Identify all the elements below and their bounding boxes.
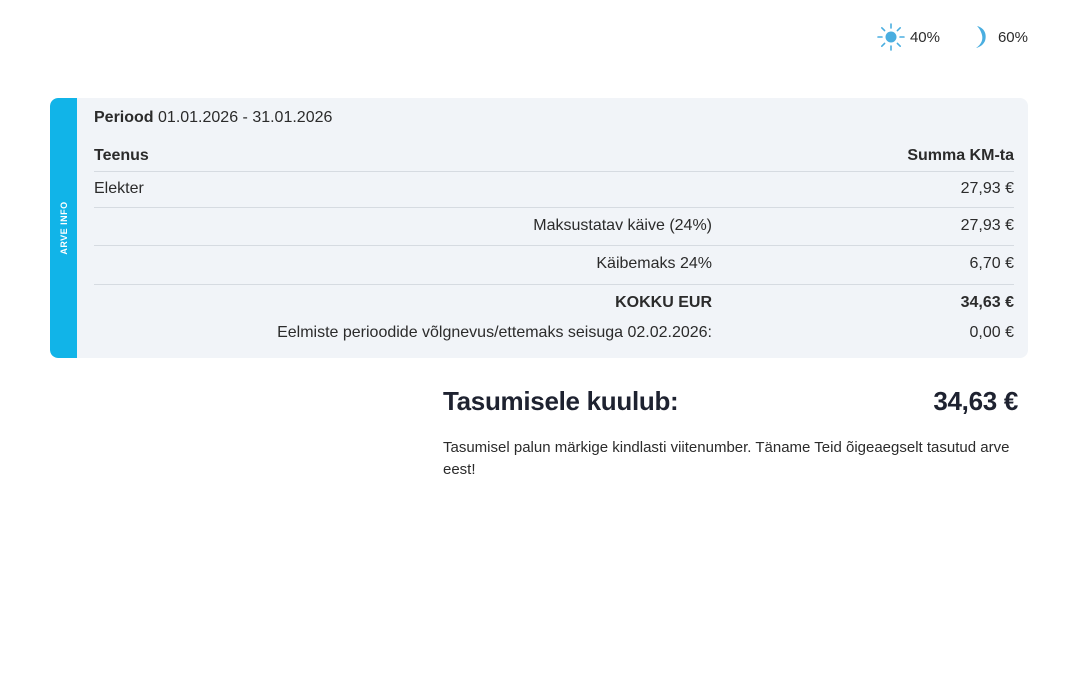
- card-side-tab: ARVE INFO: [50, 98, 77, 358]
- table-header: Teenus Summa KM-ta: [94, 147, 1014, 165]
- day-percent: 40%: [909, 28, 940, 46]
- sun-icon: [876, 22, 906, 52]
- row-amount: 27,93 €: [960, 217, 1014, 234]
- table-row: Käibemaks 24% 6,70 €: [94, 255, 1014, 273]
- divider: [94, 284, 1014, 285]
- invoice-info-card: ARVE INFO Periood 01.01.2026 - 31.01.202…: [50, 98, 1028, 358]
- table-row: Maksustatav käive (24%) 27,93 €: [94, 217, 1014, 235]
- previous-balance-label: Eelmiste perioodide võlgnevus/ettemaks s…: [277, 324, 712, 341]
- previous-balance-row: Eelmiste perioodide võlgnevus/ettemaks s…: [94, 324, 1014, 342]
- divider: [94, 171, 1014, 172]
- night-share: 60%: [968, 23, 1028, 51]
- row-label: Elekter: [94, 180, 144, 197]
- total-label: KOKKU EUR: [615, 294, 712, 311]
- night-percent: 60%: [997, 28, 1028, 46]
- row-description: Käibemaks 24%: [596, 255, 712, 272]
- col-sum-header: Summa KM-ta: [907, 147, 1014, 164]
- total-row: KOKKU EUR 34,63 €: [94, 294, 1014, 312]
- day-night-split: 40% 60%: [876, 22, 1028, 52]
- payment-note: Tasumisel palun märkige kindlasti viiten…: [443, 439, 1010, 478]
- row-amount: 6,70 €: [969, 255, 1014, 272]
- period-label: Periood: [94, 109, 154, 126]
- payment-summary: Tasumisele kuulub: 34,63 € Tasumisel pal…: [443, 386, 1018, 481]
- amount-due-value: 34,63 €: [933, 386, 1018, 416]
- amount-due-row: Tasumisele kuulub: 34,63 €: [443, 386, 1018, 417]
- amount-due-label: Tasumisele kuulub:: [443, 386, 679, 416]
- divider: [94, 207, 1014, 208]
- day-share: 40%: [876, 22, 940, 52]
- row-description: Maksustatav käive (24%): [533, 217, 712, 234]
- table-row: Elekter 27,93 €: [94, 180, 1014, 198]
- period-value: 01.01.2026 - 31.01.2026: [158, 109, 333, 126]
- billing-period: Periood 01.01.2026 - 31.01.2026: [94, 109, 332, 127]
- total-amount: 34,63 €: [960, 294, 1014, 311]
- divider: [94, 245, 1014, 246]
- row-amount: 27,93 €: [960, 180, 1014, 197]
- moon-icon: [968, 23, 994, 51]
- col-service-header: Teenus: [94, 147, 149, 164]
- card-content: Periood 01.01.2026 - 31.01.2026 Teenus S…: [94, 98, 1014, 358]
- previous-balance-amount: 0,00 €: [969, 324, 1014, 341]
- side-label: ARVE INFO: [58, 201, 69, 255]
